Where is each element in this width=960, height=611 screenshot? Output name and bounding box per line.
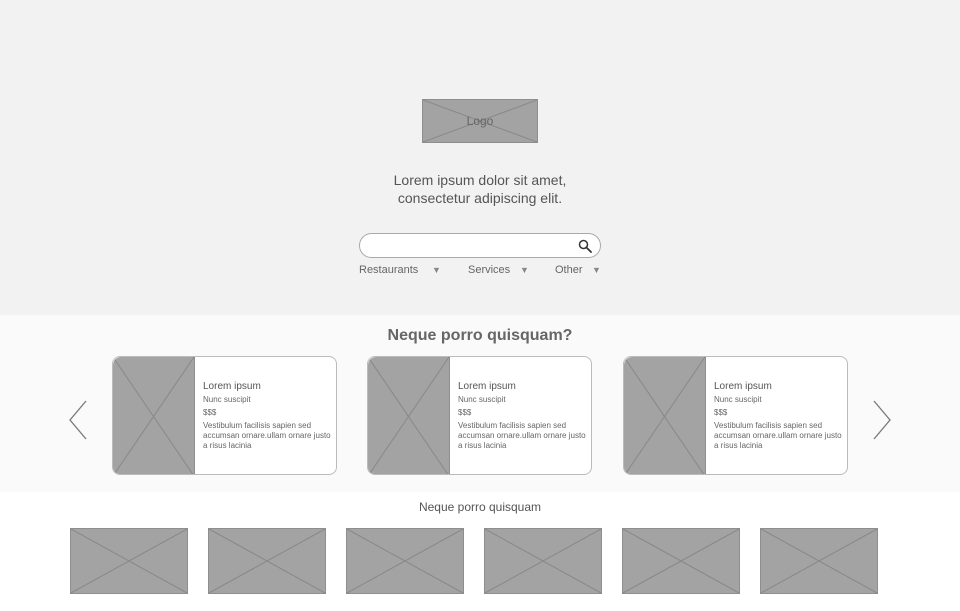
logo-text: Logo [466,114,494,128]
card-title: Lorem ipsum [458,381,516,392]
placeholder-cross-icon [209,529,325,593]
card-price: $$$ [714,408,728,417]
featured-card[interactable]: Lorem ipsum Nunc suscipit $$$ Vestibulum… [623,356,848,475]
tagline-line-1: Lorem ipsum dolor sit amet, [393,172,567,188]
card-description: Vestibulum facilisis sapien sed accumsan… [203,421,331,450]
card-description: Vestibulum facilisis sapien sed accumsan… [714,421,842,450]
card-subtitle: Nunc suscipit [458,395,506,404]
filter-services[interactable]: Services ▼ [468,264,529,278]
chevron-right-icon [873,400,891,440]
gallery-tile[interactable] [208,528,326,594]
featured-card[interactable]: Lorem ipsum Nunc suscipit $$$ Vestibulum… [112,356,337,475]
card-description: Vestibulum facilisis sapien sed accumsan… [458,421,586,450]
placeholder-cross-icon [485,529,601,593]
logo[interactable]: Logo [422,99,538,143]
card-image [624,357,706,475]
gallery-tile[interactable] [484,528,602,594]
search-bar [359,233,601,258]
tagline: Lorem ipsum dolor sit amet, consectetur … [330,171,630,207]
card-title: Lorem ipsum [714,381,772,392]
search-input[interactable] [372,236,572,255]
card-image [113,357,195,475]
carousel-next-button[interactable] [871,398,893,442]
featured-title: Neque porro quisquam? [387,327,573,344]
card-subtitle: Nunc suscipit [203,395,251,404]
caret-down-icon: ▼ [432,265,441,275]
placeholder-cross-icon [623,529,739,593]
card-price: $$$ [458,408,472,417]
gallery-tile[interactable] [70,528,188,594]
filter-restaurants-label: Restaurants [359,264,419,276]
featured-card[interactable]: Lorem ipsum Nunc suscipit $$$ Vestibulum… [367,356,592,475]
card-image [368,357,450,475]
card-price: $$$ [203,408,217,417]
caret-down-icon: ▼ [592,265,601,275]
filter-restaurants[interactable]: Restaurants ▼ [359,264,441,278]
filter-services-label: Services [468,264,511,276]
caret-down-icon: ▼ [520,265,529,275]
gallery-tile[interactable] [346,528,464,594]
placeholder-cross-icon [368,357,449,475]
filter-other-label: Other [555,264,583,276]
search-icon[interactable] [578,239,592,253]
chevron-left-icon [69,400,87,440]
placeholder-cross-icon [624,357,705,475]
gallery-title: Neque porro quisquam [418,500,542,514]
card-title: Lorem ipsum [203,381,261,392]
card-subtitle: Nunc suscipit [714,395,762,404]
placeholder-cross-icon [113,357,194,475]
carousel-prev-button[interactable] [67,398,89,442]
placeholder-cross-icon [347,529,463,593]
tagline-line-2: consectetur adipiscing elit. [397,190,563,206]
gallery-tile[interactable] [760,528,878,594]
filter-other[interactable]: Other ▼ [555,264,601,278]
placeholder-cross-icon [761,529,877,593]
placeholder-cross-icon [71,529,187,593]
gallery-tile[interactable] [622,528,740,594]
